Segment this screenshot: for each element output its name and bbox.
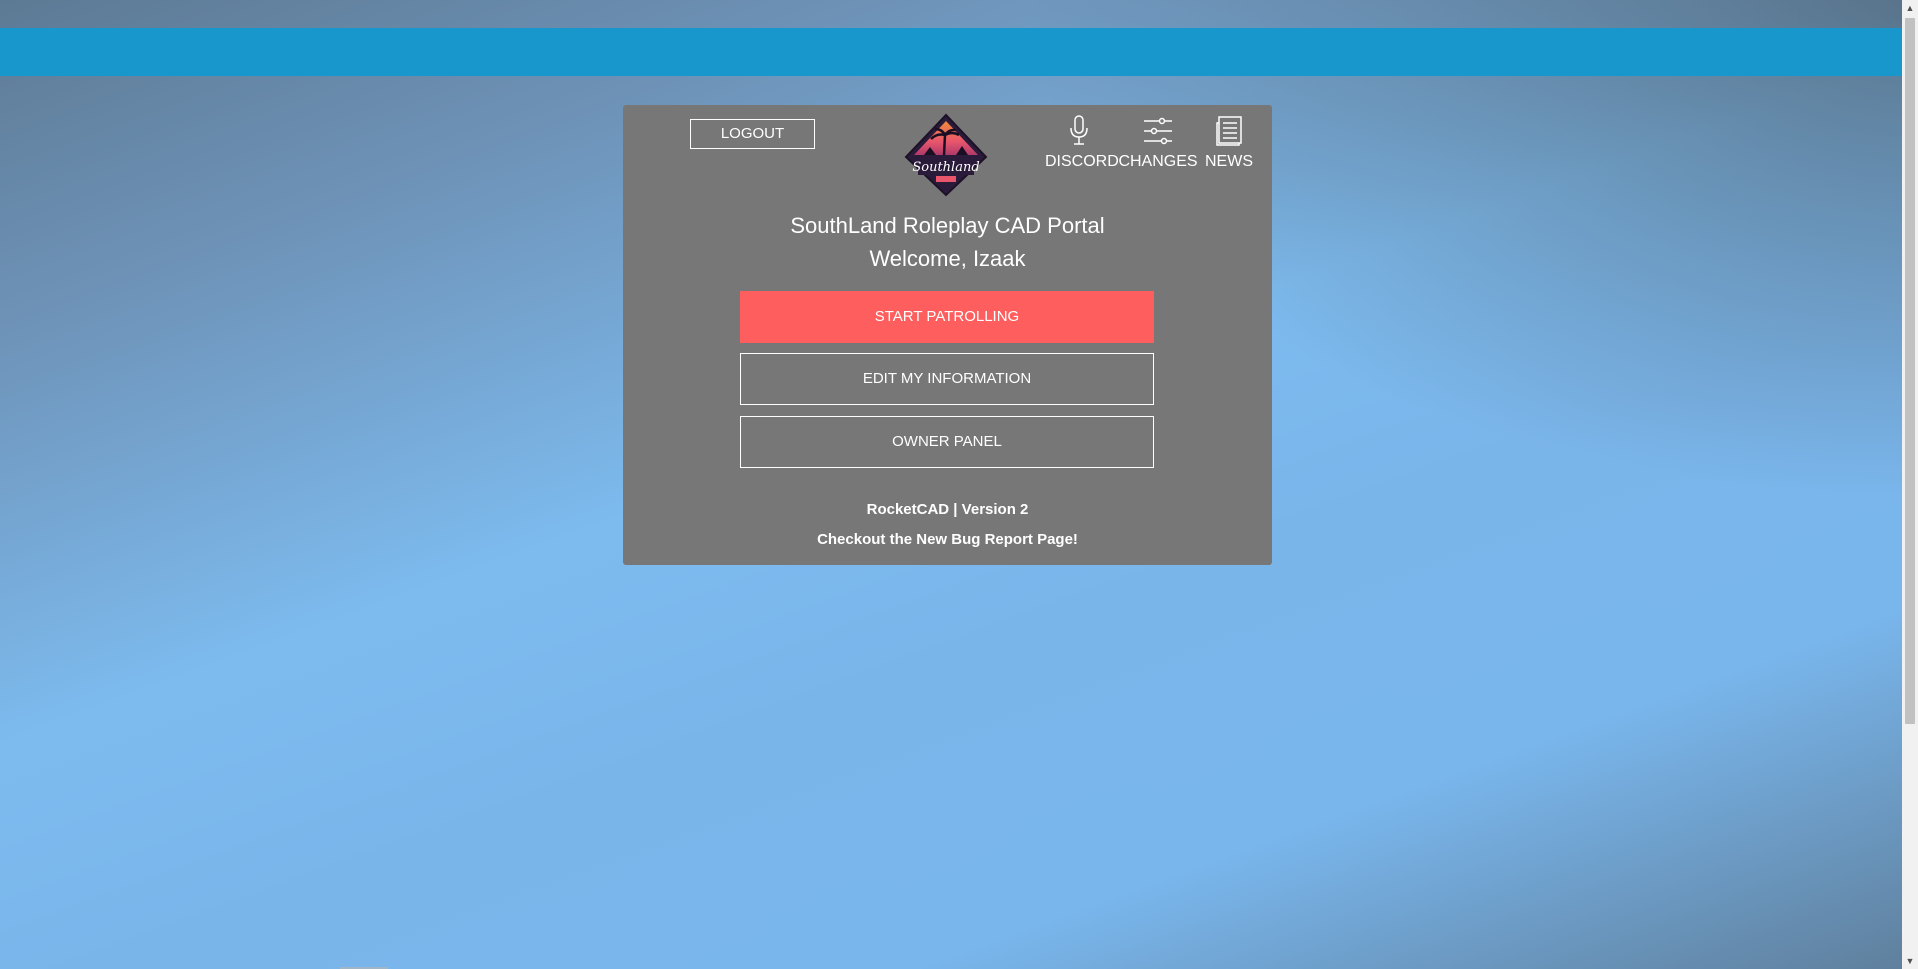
- portal-panel: LOGOUT Southland DISCORD CHANGES NEWS So…: [623, 105, 1272, 565]
- sliders-icon: [1144, 117, 1172, 145]
- logout-button[interactable]: LOGOUT: [690, 119, 815, 149]
- scrollbar-thumb[interactable]: [1905, 18, 1915, 724]
- edit-my-information-button[interactable]: EDIT MY INFORMATION: [740, 353, 1154, 405]
- start-patrolling-button[interactable]: START PATROLLING: [740, 291, 1154, 343]
- southland-logo-icon: Southland: [904, 113, 988, 197]
- newspaper-icon: [1216, 116, 1242, 146]
- owner-panel-button[interactable]: OWNER PANEL: [740, 416, 1154, 468]
- nav-discord[interactable]: DISCORD: [1045, 115, 1119, 171]
- southland-logo: Southland: [904, 113, 988, 197]
- scroll-up-arrow-icon[interactable]: ▲: [1902, 0, 1918, 16]
- bug-report-link[interactable]: Checkout the New Bug Report Page!: [623, 531, 1272, 548]
- nav-news-label: NEWS: [1205, 153, 1253, 170]
- portal-title: SouthLand Roleplay CAD Portal: [790, 213, 1105, 238]
- portal-heading: SouthLand Roleplay CAD Portal Welcome, I…: [623, 209, 1272, 275]
- svg-text:Southland: Southland: [912, 160, 979, 175]
- nav-changes[interactable]: CHANGES: [1118, 115, 1198, 171]
- nav-changes-label: CHANGES: [1118, 153, 1198, 170]
- nav-discord-label: DISCORD: [1045, 153, 1119, 170]
- top-bar: [0, 28, 1902, 76]
- microphone-icon: [1070, 115, 1088, 145]
- vertical-scrollbar[interactable]: ▲ ▼: [1902, 0, 1918, 969]
- welcome-message: Welcome, Izaak: [869, 246, 1026, 271]
- scroll-down-arrow-icon[interactable]: ▼: [1902, 953, 1918, 969]
- nav-news[interactable]: NEWS: [1203, 115, 1255, 171]
- page-background: LOGOUT Southland DISCORD CHANGES NEWS So…: [0, 0, 1918, 969]
- version-text: RocketCAD | Version 2: [866, 501, 1029, 518]
